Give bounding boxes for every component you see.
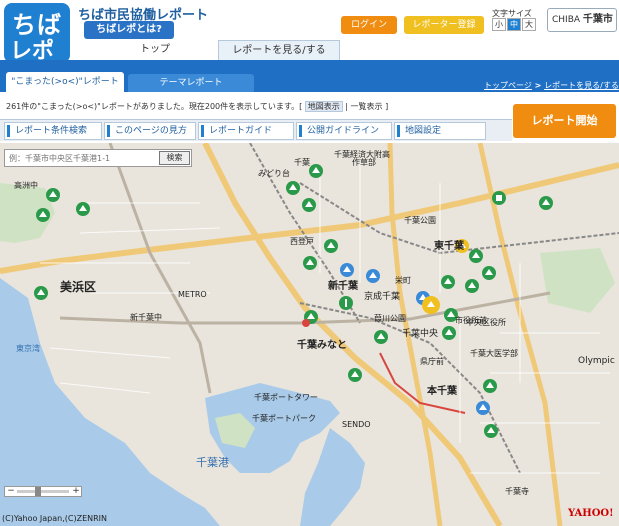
pin-green[interactable] [34, 286, 48, 300]
subtab-map-settings[interactable]: 地図設定 [394, 122, 486, 140]
font-size-small[interactable]: 小 [492, 18, 506, 31]
map-label: 東千葉 [434, 239, 465, 252]
map-view-link[interactable]: 地図表示 [304, 101, 343, 112]
address-search: 検索 [4, 149, 192, 167]
map-label: 葭川公園 [374, 313, 406, 323]
pin-green[interactable] [324, 239, 338, 253]
tab-komatta-report[interactable]: "こまった(>o<)"レポート [6, 72, 124, 92]
login-button[interactable]: ログイン [341, 16, 397, 34]
map-label: 千葉 [294, 157, 310, 167]
map-label: 千葉港 [196, 455, 229, 469]
pin-green[interactable] [348, 368, 362, 382]
pin-green[interactable] [46, 188, 60, 202]
subtab-report-guide[interactable]: レポートガイド [198, 122, 294, 140]
header: ちば レポ ちば市民協働レポート ちばレポとは? ログイン レポーター登録 文字… [0, 0, 619, 64]
nav-reports[interactable]: レポートを見る/する [218, 40, 340, 60]
map-label: 新千葉 [328, 279, 359, 292]
pin-blue[interactable] [340, 263, 354, 277]
report-count: 261件の"こまった(>o<)"レポートがありました。現在200件を表示していま… [6, 101, 388, 112]
breadcrumb-sep: > [531, 81, 545, 90]
pin-green[interactable] [483, 379, 497, 393]
chiba-city-badge-small: CHIBA [552, 15, 581, 25]
map-pins: 千葉 東千葉 新千葉 京成千葉 千葉みなと 千葉中央 本千葉 作草部 西登戸 み… [14, 149, 615, 496]
map-label: 東京湾 [16, 343, 40, 353]
breadcrumb-top[interactable]: トップページ [484, 81, 532, 90]
pin-green[interactable] [309, 164, 323, 178]
pin-blue[interactable] [476, 401, 490, 415]
report-count-text: 261件の"こまった(>o<)"レポートがありました。現在200件を表示していま… [6, 102, 303, 111]
list-view-link[interactable]: 一覧表示 [351, 102, 383, 111]
font-size-large[interactable]: 大 [522, 18, 536, 31]
yahoo-logo: YAHOO! [568, 508, 614, 519]
pin-green[interactable] [36, 208, 50, 222]
map-copyright: (C)Yahoo Japan,(C)ZENRIN [2, 514, 108, 523]
pin-red[interactable] [302, 319, 310, 327]
map-label: 千葉みなと [297, 338, 347, 351]
register-button[interactable]: レポーター登録 [404, 16, 484, 34]
map-label: SENDO [342, 420, 371, 429]
chiba-city-badge[interactable]: CHIBA 千葉市 [547, 8, 617, 32]
map-label: 千葉経済大附高 [334, 149, 390, 159]
map-label: みどり台 [258, 168, 290, 178]
address-search-input[interactable] [9, 152, 157, 165]
pin-green[interactable] [374, 330, 388, 344]
map-label: 新千葉中 [130, 312, 162, 322]
map-label: 京成千葉 [364, 290, 400, 302]
pin-green[interactable] [539, 196, 553, 210]
map-label: 千葉中央 [402, 327, 438, 339]
pin-blue[interactable] [366, 269, 380, 283]
zoom-out-button[interactable]: − [6, 487, 16, 496]
breadcrumb-current[interactable]: レポートを見る/する [544, 81, 619, 90]
map-label: 千葉公園 [404, 215, 436, 225]
map-label: 千葉大医学部 [470, 348, 518, 358]
pin-green[interactable] [492, 191, 506, 205]
address-search-button[interactable]: 検索 [159, 151, 190, 165]
pin-green[interactable] [302, 198, 316, 212]
zoom-in-button[interactable]: + [71, 487, 81, 496]
map-canvas[interactable]: 千葉 東千葉 新千葉 京成千葉 千葉みなと 千葉中央 本千葉 作草部 西登戸 み… [0, 143, 619, 526]
pin-green[interactable] [442, 326, 456, 340]
tab-theme-report[interactable]: テーマレポート [128, 74, 254, 92]
map-label: 西登戸 [290, 236, 314, 246]
subtab-how-to-view[interactable]: このページの見方 [104, 122, 196, 140]
site-logo[interactable]: ちば レポ [4, 3, 70, 64]
pin-green[interactable] [482, 266, 496, 280]
pin-green[interactable] [465, 279, 479, 293]
pin-green[interactable] [303, 256, 317, 270]
map-zoom-control: − + [4, 486, 82, 497]
pin-green[interactable] [76, 202, 90, 216]
breadcrumb: トップページ > レポートを見る/する [484, 80, 619, 91]
pin-yellow[interactable] [422, 296, 440, 314]
map-label: 千葉寺 [505, 486, 529, 496]
subtab-bar: レポート条件検索 このページの見方 レポートガイド 公開ガイドライン 地図設定 [0, 119, 512, 141]
pin-green[interactable] [286, 181, 300, 195]
subtab-publish-guideline[interactable]: 公開ガイドライン [296, 122, 392, 140]
zoom-track[interactable] [17, 490, 69, 493]
map-label: 美浜区 [60, 279, 96, 294]
pin-green[interactable] [339, 296, 353, 310]
report-count-end: ] [385, 102, 389, 111]
map-label: 千葉ポートタワー [254, 392, 318, 402]
map-label: 千葉ポートパーク [252, 413, 316, 423]
zoom-thumb[interactable] [35, 487, 41, 496]
map-label: 栄町 [395, 275, 411, 285]
map-label: 中央区役所 [466, 317, 506, 327]
chiba-city-badge-name: 千葉市 [582, 14, 613, 25]
map-label: METRO [178, 290, 207, 299]
map-label: 高洲中 [14, 180, 38, 190]
view-divider: | [345, 102, 348, 111]
map-label: 本千葉 [427, 384, 458, 397]
pin-green[interactable] [484, 424, 498, 438]
subtab-search-conditions[interactable]: レポート条件検索 [4, 122, 102, 140]
start-report-button[interactable]: レポート開始 [513, 104, 616, 138]
font-size-medium[interactable]: 中 [507, 18, 521, 31]
nav-top[interactable]: トップ [100, 40, 210, 60]
pin-green[interactable] [469, 249, 483, 263]
about-button[interactable]: ちばレポとは? [84, 21, 174, 39]
map-label: Olympic [578, 356, 615, 366]
pin-green[interactable] [441, 275, 455, 289]
map-label: 県庁前 [420, 356, 444, 366]
